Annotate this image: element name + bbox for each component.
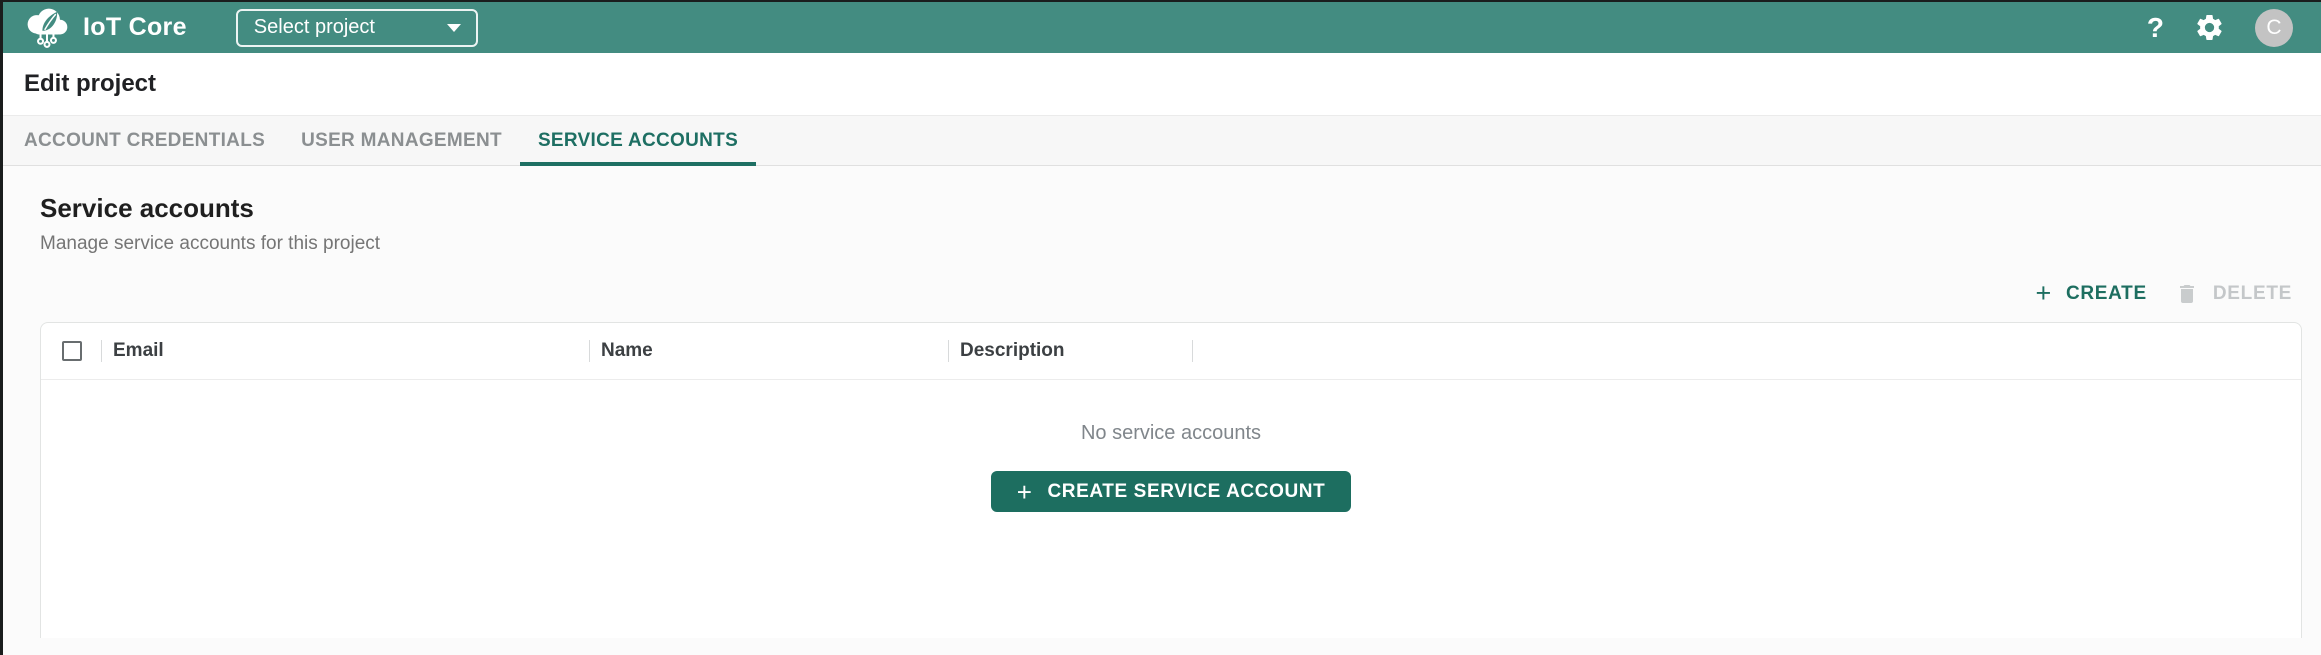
header-actions: ? C: [2147, 9, 2293, 47]
project-selector-label: Select project: [254, 16, 375, 39]
settings-gear-icon[interactable]: [2194, 12, 2225, 43]
select-all-cell: [41, 341, 101, 361]
project-selector[interactable]: Select project: [236, 9, 478, 47]
section-header: Service accounts Manage service accounts…: [3, 166, 2321, 255]
tab-account-credentials[interactable]: ACCOUNT CREDENTIALS: [6, 116, 283, 165]
create-button[interactable]: + CREATE: [2035, 280, 2146, 307]
avatar-letter: C: [2266, 16, 2281, 40]
service-accounts-table: Email Name Description No service accoun…: [40, 322, 2302, 638]
plus-icon: +: [1017, 479, 1033, 505]
create-button-label: CREATE: [2066, 283, 2147, 305]
caret-down-icon: [447, 24, 461, 32]
app-name: IoT Core: [83, 13, 187, 42]
column-header-name: Name: [589, 323, 948, 379]
column-header-actions: [1192, 323, 2301, 379]
column-divider: [948, 340, 949, 362]
user-avatar[interactable]: C: [2255, 9, 2293, 47]
column-divider: [589, 340, 590, 362]
help-icon[interactable]: ?: [2147, 14, 2164, 42]
section-title: Service accounts: [40, 193, 2321, 224]
column-divider: [1192, 340, 1193, 362]
select-all-checkbox[interactable]: [62, 341, 82, 361]
section-subtitle: Manage service accounts for this project: [40, 233, 2321, 255]
trash-icon: [2175, 282, 2199, 306]
delete-button-label: DELETE: [2213, 283, 2292, 305]
iot-cloud-logo-icon: [23, 5, 71, 51]
table-empty-state: No service accounts + CREATE SERVICE ACC…: [41, 380, 2301, 512]
create-service-account-button[interactable]: + CREATE SERVICE ACCOUNT: [991, 471, 1352, 512]
main-content: Service accounts Manage service accounts…: [3, 166, 2321, 638]
tab-service-accounts[interactable]: SERVICE ACCOUNTS: [520, 116, 756, 165]
table-toolbar: + CREATE DELETE: [3, 280, 2321, 307]
page-title: Edit project: [24, 70, 156, 98]
delete-button[interactable]: DELETE: [2175, 282, 2292, 306]
tab-bar: ACCOUNT CREDENTIALS USER MANAGEMENT SERV…: [3, 116, 2321, 166]
table-header-row: Email Name Description: [41, 323, 2301, 380]
column-divider: [101, 340, 102, 362]
column-header-email: Email: [101, 323, 589, 379]
app-header: IoT Core Select project ? C: [3, 2, 2321, 53]
empty-state-message: No service accounts: [1081, 422, 1261, 445]
tab-user-management[interactable]: USER MANAGEMENT: [283, 116, 520, 165]
plus-icon: +: [2035, 280, 2051, 307]
create-service-account-label: CREATE SERVICE ACCOUNT: [1047, 481, 1325, 503]
title-bar: Edit project: [3, 53, 2321, 116]
column-header-description: Description: [948, 323, 1192, 379]
